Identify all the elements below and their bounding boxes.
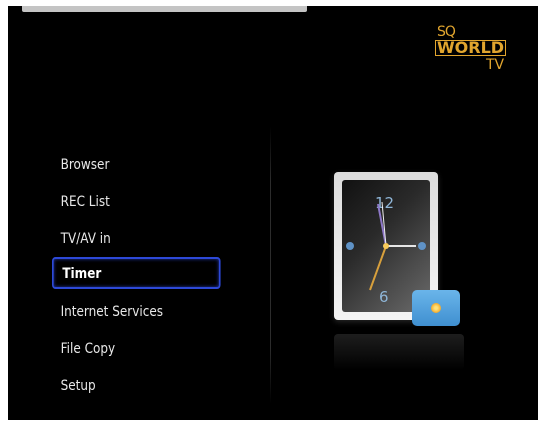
logo-sq: SQ	[437, 24, 456, 40]
menu-item-tv-av-in[interactable]: TV/AV in	[52, 224, 221, 254]
logo-world-text: WORLD	[435, 38, 507, 57]
menu-item-internet-services[interactable]: Internet Services	[52, 297, 221, 327]
tv-screen: SQ WORLD TV Browser REC List TV/AV in Ti…	[8, 6, 538, 420]
top-status-bar	[22, 6, 307, 12]
camera-icon	[412, 290, 460, 326]
reflection	[334, 334, 464, 370]
camera-lens	[431, 303, 441, 313]
menu-item-timer[interactable]: Timer	[52, 257, 221, 289]
menu-item-rec-list[interactable]: REC List	[52, 187, 221, 217]
vertical-divider	[270, 126, 271, 404]
menu-item-setup[interactable]: Setup	[52, 371, 221, 401]
logo-tv: TV	[486, 57, 505, 73]
menu-item-file-copy[interactable]: File Copy	[52, 334, 221, 364]
menu-item-browser[interactable]: Browser	[52, 150, 221, 180]
logo-world: WORLD	[435, 38, 507, 57]
timer-illustration: 12 6	[328, 166, 468, 376]
brand-logo: SQ WORLD TV	[432, 22, 510, 74]
